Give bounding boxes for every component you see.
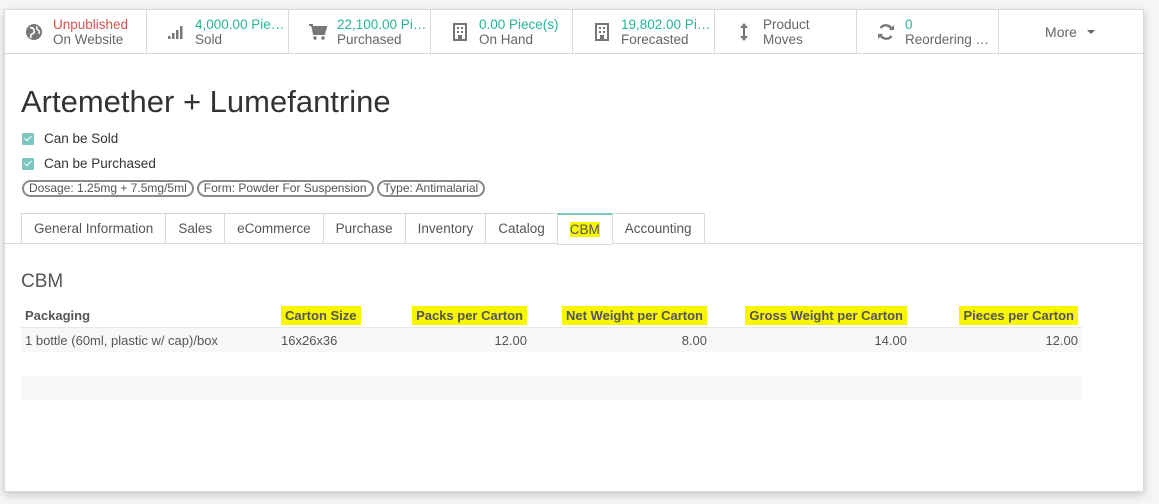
smart-button-bar: Unpublished On Website 4,000.00 Piec… Sold… (5, 10, 1143, 54)
product-moves-value: Product (763, 17, 810, 32)
purchased-value: 22,100.00 Pie… (337, 17, 430, 32)
can-be-sold-label: Can be Sold (44, 131, 119, 146)
building-icon (589, 19, 615, 45)
tab-inventory[interactable]: Inventory (404, 213, 486, 244)
can-be-purchased-field[interactable]: Can be Purchased (22, 156, 156, 171)
cbm-table: Packaging Carton Size Packs per Carton N… (21, 300, 1082, 352)
product-moves-button[interactable]: Product Moves (715, 10, 857, 54)
purchased-button[interactable]: 22,100.00 Pie… Purchased (289, 10, 431, 54)
purchased-label: Purchased (337, 32, 402, 47)
cell-pieces-per-carton: 12.00 (1045, 332, 1078, 348)
tag-dosage[interactable]: Dosage: 1.25mg + 7.5mg/5ml (22, 180, 194, 197)
col-pieces-per-carton[interactable]: Pieces per Carton (911, 306, 1082, 325)
col-net-weight[interactable]: Net Weight per Carton (531, 306, 711, 325)
col-packs-per-carton[interactable]: Packs per Carton (411, 306, 531, 325)
tab-ecommerce[interactable]: eCommerce (224, 213, 323, 244)
tag-type[interactable]: Type: Antimalarial (376, 180, 486, 197)
col-carton-size-label: Carton Size (281, 306, 361, 325)
form-sheet: Unpublished On Website 4,000.00 Piec… Sold… (4, 9, 1144, 492)
tab-accounting[interactable]: Accounting (611, 213, 705, 244)
notebook-tabs: General Information Sales eCommerce Purc… (21, 213, 705, 245)
cell-gross-weight: 14.00 (874, 332, 907, 348)
col-carton-size[interactable]: Carton Size (281, 306, 411, 325)
signal-icon (163, 19, 189, 45)
website-status-button[interactable]: Unpublished On Website (5, 10, 147, 54)
more-label: More (1045, 24, 1077, 40)
website-status-label: On Website (53, 32, 124, 47)
sold-value: 4,000.00 Piec… (195, 17, 288, 32)
table-row[interactable]: 1 bottle (60ml, plastic w/ cap)/box 16x2… (21, 328, 1082, 352)
forecasted-button[interactable]: 19,802.00 Pie… Forecasted (573, 10, 715, 54)
col-pieces-per-carton-label: Pieces per Carton (959, 306, 1078, 325)
on-hand-label: On Hand (479, 32, 534, 47)
checkbox-checked-icon[interactable] (22, 132, 34, 145)
product-name: Artemether + Lumefantrine (21, 84, 391, 119)
refresh-icon (873, 19, 899, 45)
forecasted-value: 19,802.00 Pie… (621, 17, 714, 32)
checkbox-checked-icon[interactable] (22, 157, 34, 170)
col-net-weight-label: Net Weight per Carton (562, 306, 707, 325)
product-tags: Dosage: 1.25mg + 7.5mg/5ml Form: Powder … (22, 180, 486, 197)
reordering-rules-value: 0 (905, 17, 913, 32)
on-hand-button[interactable]: 0.00 Piece(s) On Hand (431, 10, 573, 54)
cell-packaging: 1 bottle (60ml, plastic w/ cap)/box (25, 332, 218, 348)
tab-catalog[interactable]: Catalog (485, 213, 557, 244)
can-be-sold-field[interactable]: Can be Sold (22, 131, 118, 146)
col-gross-weight[interactable]: Gross Weight per Carton (711, 306, 911, 325)
tab-sales[interactable]: Sales (165, 213, 225, 244)
tab-general-information[interactable]: General Information (21, 213, 166, 244)
caret-down-icon (1086, 30, 1095, 34)
on-hand-value: 0.00 Piece(s) (479, 17, 559, 32)
sold-button[interactable]: 4,000.00 Piec… Sold (147, 10, 289, 54)
cart-icon (305, 19, 331, 45)
empty-table-row (21, 376, 1082, 400)
cell-packs-per-carton: 12.00 (494, 332, 527, 348)
arrows-vertical-icon (731, 19, 757, 45)
tab-cbm-label: CBM (569, 222, 600, 237)
tab-purchase[interactable]: Purchase (322, 213, 405, 244)
col-packaging[interactable]: Packaging (21, 308, 281, 323)
can-be-purchased-label: Can be Purchased (44, 156, 156, 171)
table-header: Packaging Carton Size Packs per Carton N… (21, 300, 1082, 328)
tag-form[interactable]: Form: Powder For Suspension (196, 180, 374, 197)
sold-label: Sold (195, 32, 223, 47)
cell-net-weight: 8.00 (681, 332, 707, 348)
website-status-value: Unpublished (53, 17, 129, 32)
cell-carton-size: 16x26x36 (281, 332, 338, 348)
col-packs-per-carton-label: Packs per Carton (412, 306, 527, 325)
section-title: CBM (21, 271, 64, 292)
col-gross-weight-label: Gross Weight per Carton (745, 306, 907, 325)
forecasted-label: Forecasted (621, 32, 689, 47)
reordering-rules-label: Reordering R… (905, 32, 998, 47)
reordering-rules-button[interactable]: 0 Reordering R… (857, 10, 999, 54)
more-button[interactable]: More (999, 10, 1141, 54)
tab-cbm[interactable]: CBM (556, 213, 612, 245)
product-moves-label: Moves (763, 32, 803, 47)
building-icon (447, 19, 473, 45)
globe-icon (21, 19, 47, 45)
